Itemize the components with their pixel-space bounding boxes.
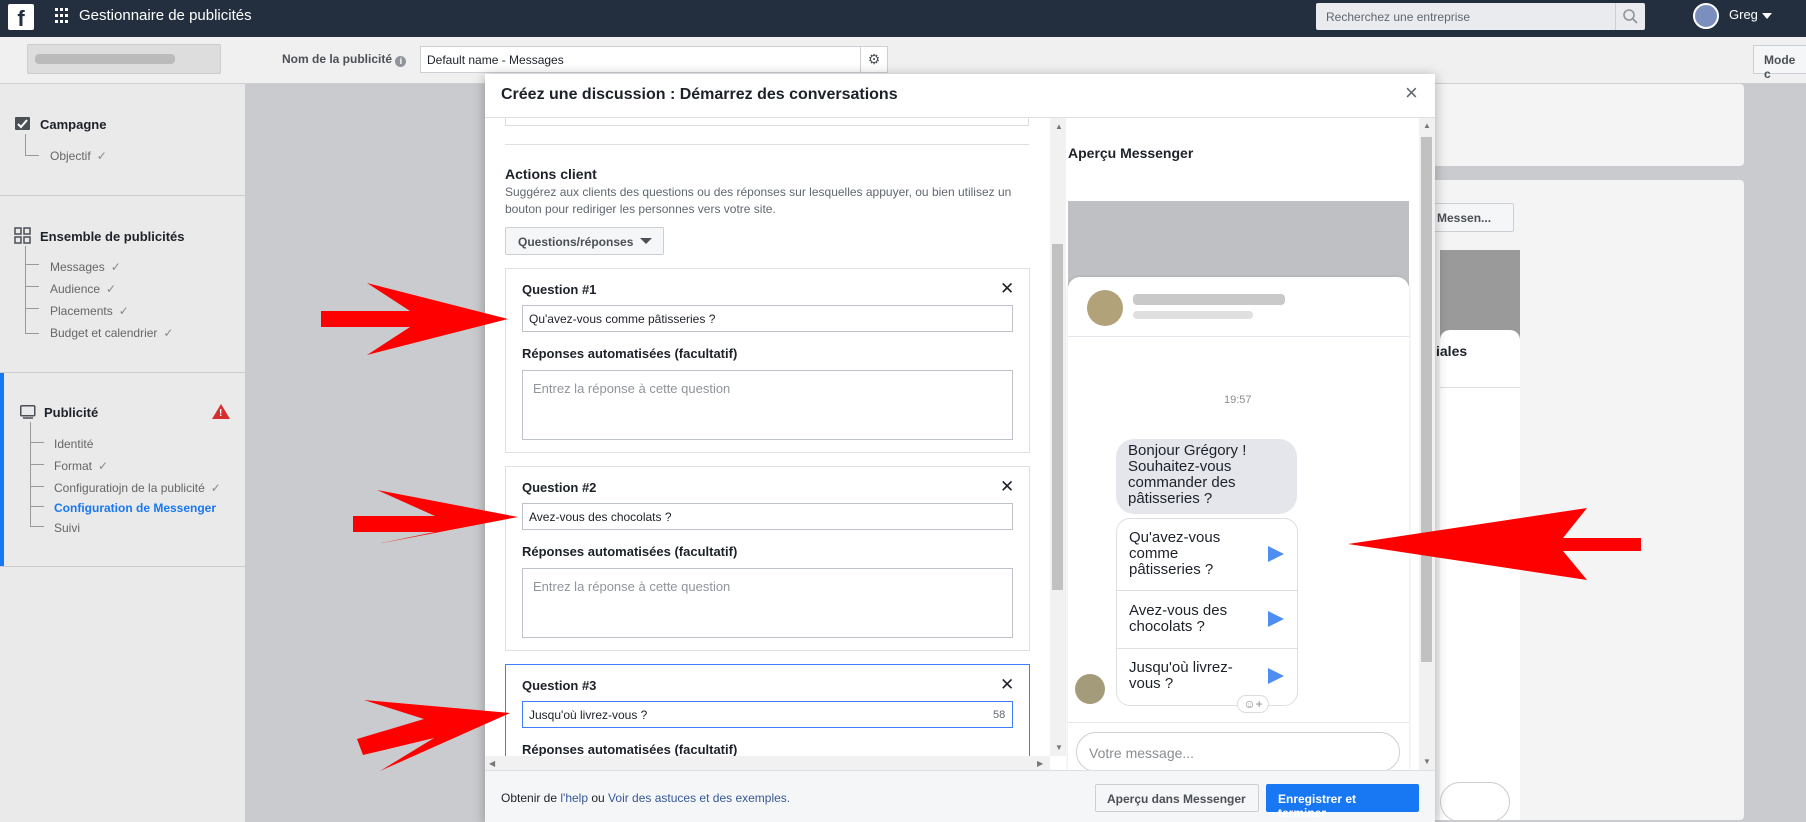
annotation-arrow-3 bbox=[357, 700, 510, 771]
annotation-arrow-4 bbox=[1348, 508, 1641, 580]
annotation-arrow-2 bbox=[353, 490, 518, 544]
annotation-arrows bbox=[321, 283, 1641, 771]
annotation-arrow-1 bbox=[321, 283, 508, 355]
